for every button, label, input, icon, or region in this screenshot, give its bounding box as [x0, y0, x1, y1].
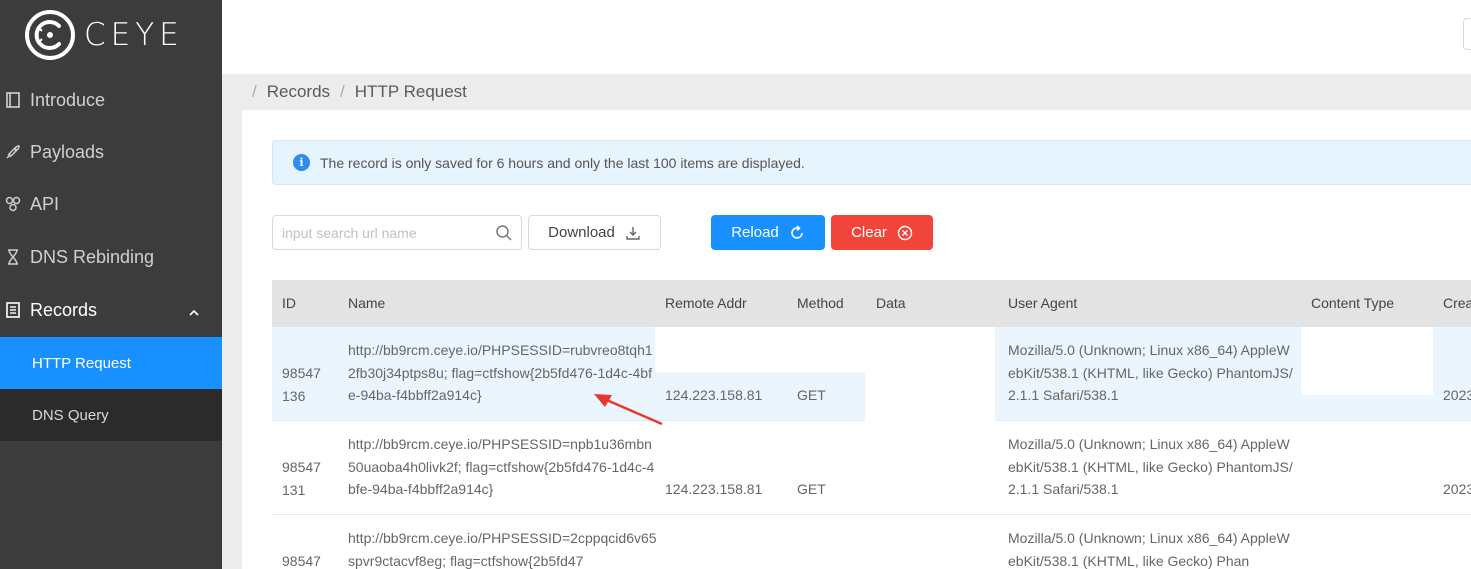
cell-id-part: 98547: [282, 553, 321, 569]
cell-user-agent: Mozilla/5.0 (Unknown; Linux x86_64) Appl…: [1008, 342, 1293, 403]
column-header-name[interactable]: Name: [348, 295, 385, 311]
cell-background: [865, 327, 995, 421]
info-alert: i The record is only saved for 6 hours a…: [272, 140, 1471, 185]
column-header-method[interactable]: Method: [797, 295, 844, 311]
api-icon: [4, 195, 22, 213]
cell-id-part: 131: [282, 481, 306, 498]
table-header: ID Name Remote Addr Method Data User Age…: [272, 280, 1471, 327]
sidebar-item-dns-rebinding[interactable]: DNS Rebinding: [0, 231, 222, 283]
column-header-created[interactable]: Crea: [1443, 295, 1471, 311]
breadcrumb: / Records / HTTP Request: [222, 74, 1471, 110]
rocket-icon: [4, 143, 22, 161]
sidebar-item-api[interactable]: API: [0, 178, 222, 230]
cell-method: GET: [797, 387, 826, 403]
column-header-user-agent[interactable]: User Agent: [1008, 295, 1077, 311]
clear-button-label: Clear: [851, 224, 887, 241]
breadcrumb-separator: /: [340, 82, 345, 101]
cell-id: 98547 136: [282, 362, 321, 407]
reload-button[interactable]: Reload: [711, 215, 825, 250]
cell-id-part: 98547: [282, 459, 321, 475]
table-row[interactable]: 98547 136 http://bb9rcm.ceye.io/PHPSESSI…: [272, 327, 1471, 421]
column-header-content-type[interactable]: Content Type: [1311, 295, 1394, 311]
cell-name: http://bb9rcm.ceye.io/PHPSESSID=npb1u36m…: [348, 436, 655, 497]
sidebar-item-label: Payloads: [30, 141, 105, 162]
chevron-up-icon[interactable]: [188, 302, 200, 323]
info-icon: i: [293, 154, 310, 171]
sidebar: CEYE Introduce Payloads API DNS Rebindin…: [0, 0, 222, 569]
sidebar-item-label: DNS Rebinding: [30, 246, 155, 267]
sidebar-subitem-http-request[interactable]: HTTP Request: [0, 337, 222, 389]
cell-name: http://bb9rcm.ceye.io/PHPSESSID=2cppqcid…: [348, 530, 657, 569]
reload-icon: [789, 224, 805, 241]
sidebar-item-label: Records: [30, 299, 98, 320]
cell-background: [1301, 327, 1433, 395]
hourglass-icon: [4, 248, 22, 266]
cell-remote-addr: 124.223.158.81: [665, 481, 763, 497]
search-icon[interactable]: [495, 224, 513, 247]
column-header-id[interactable]: ID: [282, 295, 296, 311]
cell-created: 2023: [1443, 387, 1471, 403]
cell-id: 98547 131: [282, 456, 321, 501]
alert-text: The record is only saved for 6 hours and…: [320, 154, 805, 171]
cell-method: GET: [797, 481, 826, 497]
close-circle-icon: [897, 225, 913, 241]
cell-id: 98547: [282, 550, 321, 569]
table-row[interactable]: 98547 131 http://bb9rcm.ceye.io/PHPSESSI…: [272, 421, 1471, 515]
column-header-remote-addr[interactable]: Remote Addr: [665, 295, 747, 311]
table-row[interactable]: 98547 http://bb9rcm.ceye.io/PHPSESSID=2c…: [272, 515, 1471, 569]
download-icon: [625, 225, 641, 241]
download-button[interactable]: Download: [528, 215, 661, 250]
sidebar-subitem-dns-query[interactable]: DNS Query: [0, 389, 222, 441]
cell-id-part: 136: [282, 387, 306, 404]
top-header: [222, 0, 1471, 74]
logo-text: CEYE: [84, 17, 184, 53]
breadcrumb-separator: /: [252, 82, 257, 101]
download-button-label: Download: [548, 224, 615, 241]
breadcrumb-item-records[interactable]: Records: [267, 82, 330, 102]
reload-button-label: Reload: [731, 224, 779, 241]
clear-button[interactable]: Clear: [831, 215, 933, 250]
list-icon: [4, 301, 22, 319]
breadcrumb-item-http-request: HTTP Request: [354, 82, 467, 101]
search-box: [272, 215, 522, 250]
search-input[interactable]: [273, 216, 488, 249]
content-gutter: [222, 110, 242, 569]
book-icon: [4, 91, 22, 109]
column-header-data[interactable]: Data: [876, 295, 906, 311]
header-control-edge[interactable]: [1463, 18, 1471, 50]
cell-user-agent: Mozilla/5.0 (Unknown; Linux x86_64) Appl…: [1008, 530, 1290, 569]
ceye-logo[interactable]: CEYE: [24, 8, 184, 62]
sidebar-subitem-label: DNS Query: [32, 406, 109, 424]
cell-created: 2023: [1443, 481, 1471, 497]
sidebar-item-label: API: [30, 193, 60, 214]
sidebar-item-records[interactable]: Records: [0, 284, 222, 336]
cell-remote-addr: 124.223.158.81: [665, 387, 763, 403]
cell-user-agent: Mozilla/5.0 (Unknown; Linux x86_64) Appl…: [1008, 436, 1293, 497]
sidebar-item-introduce[interactable]: Introduce: [0, 74, 222, 126]
cell-background: [655, 327, 865, 372]
annotation-arrow-icon: [594, 394, 663, 426]
sidebar-item-label: Introduce: [30, 89, 106, 110]
sidebar-subitem-label: HTTP Request: [32, 354, 131, 372]
sidebar-item-payloads[interactable]: Payloads: [0, 126, 222, 178]
ceye-logo-icon: [25, 10, 75, 60]
cell-id-part: 98547: [282, 365, 321, 381]
